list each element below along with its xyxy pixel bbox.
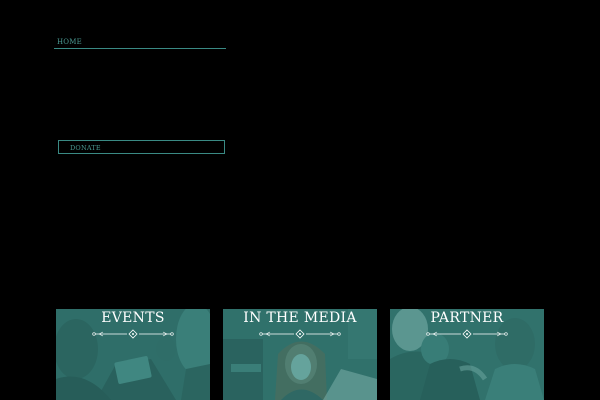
- donate-button[interactable]: DONATE: [58, 140, 225, 154]
- in-the-media-title: IN THE MEDIA: [243, 310, 357, 326]
- events-title: EVENTS: [101, 310, 165, 326]
- nav-home-link[interactable]: HOME: [57, 38, 82, 46]
- ornament-divider-icon: [92, 329, 174, 339]
- events-tile[interactable]: EVENTS: [56, 309, 210, 400]
- ornament-divider-icon: [426, 329, 508, 339]
- donate-label: DONATE: [70, 144, 101, 152]
- partner-title: PARTNER: [430, 310, 504, 326]
- page: HOME DONATE EVENTS IN THE MEDIA PARTNER: [0, 0, 600, 400]
- nav-home-item[interactable]: HOME: [54, 36, 226, 49]
- in-the-media-tile[interactable]: IN THE MEDIA: [223, 309, 377, 400]
- ornament-divider-icon: [259, 329, 341, 339]
- partner-tile[interactable]: PARTNER: [390, 309, 544, 400]
